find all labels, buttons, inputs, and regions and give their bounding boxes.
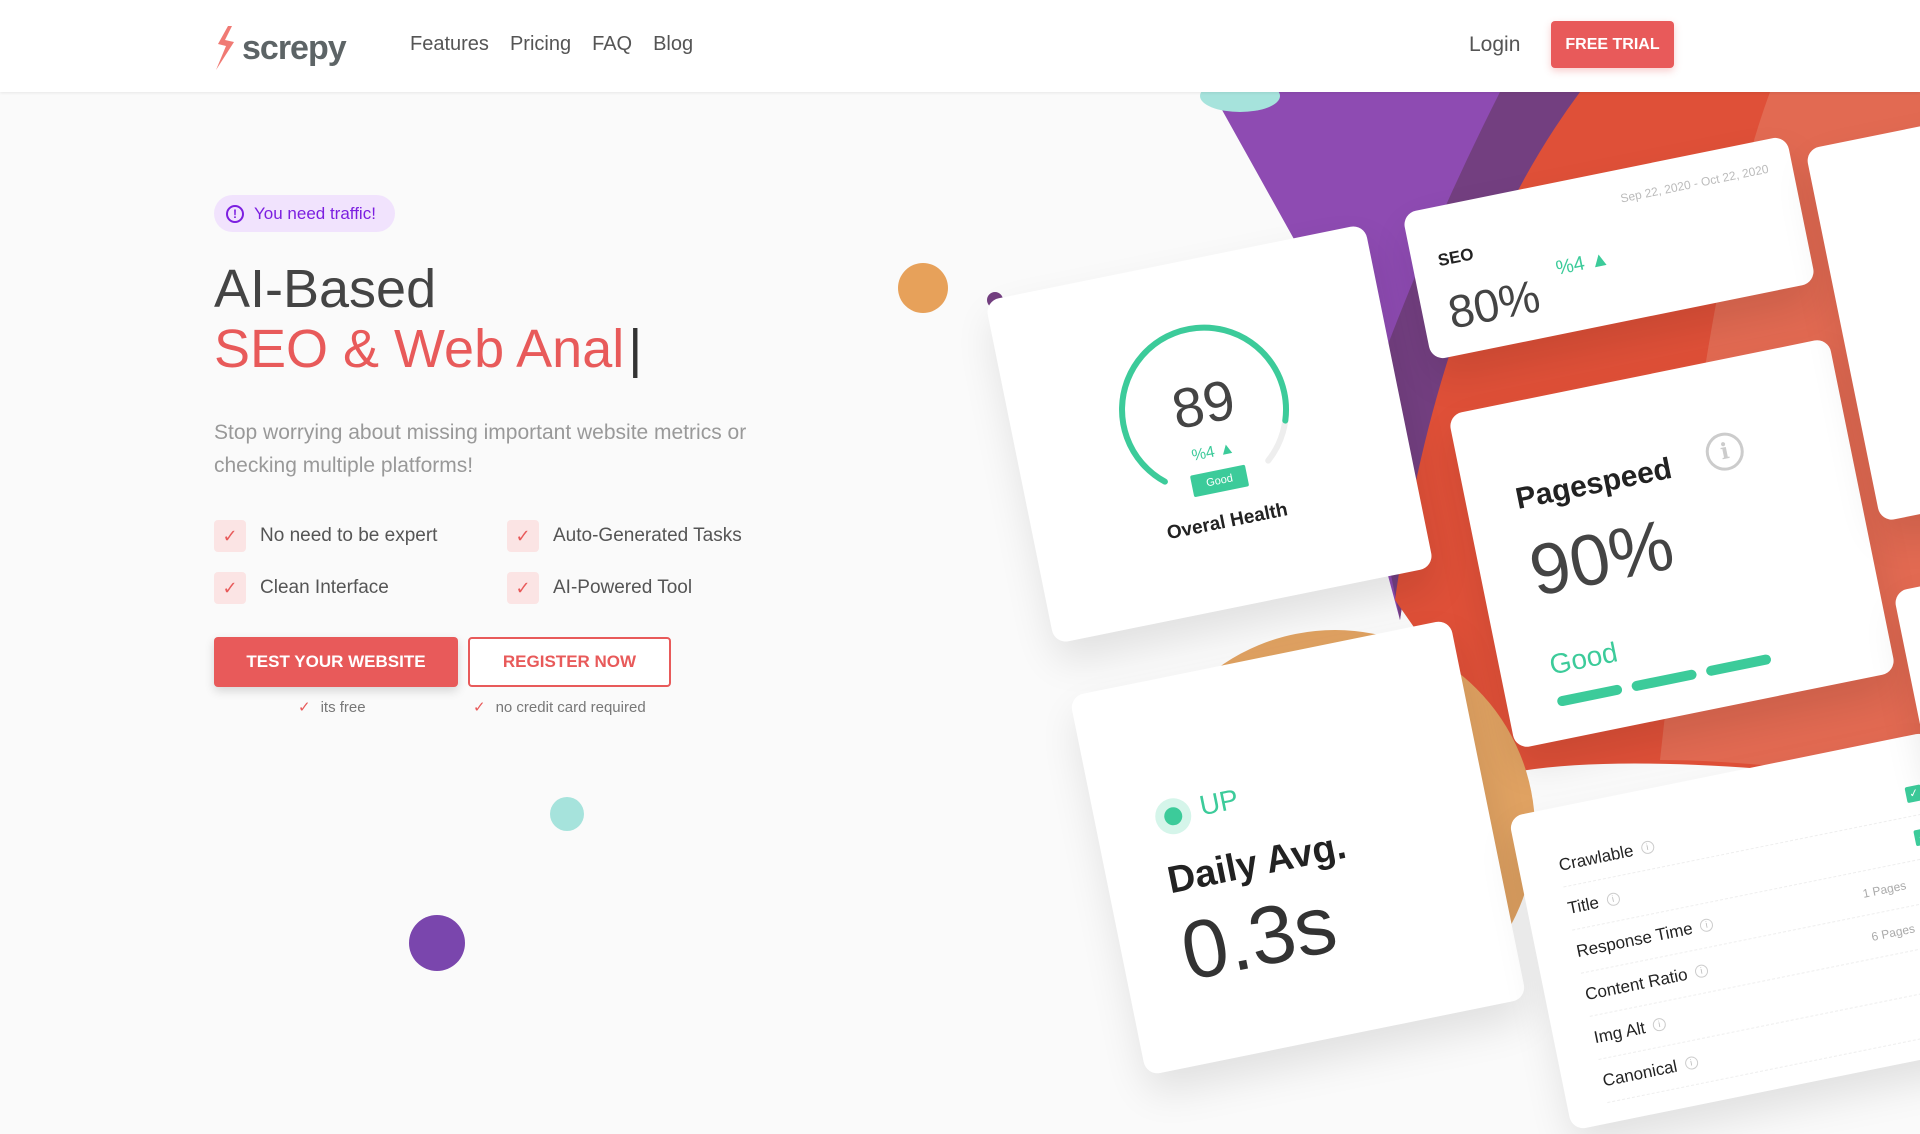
- status-dot-icon: [1152, 795, 1195, 838]
- progress-segment: [1705, 653, 1772, 677]
- info-icon[interactable]: i: [1651, 1016, 1667, 1033]
- seo-label: SEO: [1436, 244, 1476, 271]
- main-nav: Features Pricing FAQ Blog: [410, 33, 693, 56]
- free-trial-button[interactable]: FREE TRIAL: [1551, 21, 1674, 68]
- checks-list: Crawlable i ✓ Title i ✓ Response Time i 1 …: [1554, 770, 1920, 1104]
- nav-pricing[interactable]: Pricing: [510, 33, 571, 56]
- check-value: 1 Pages: [1861, 877, 1908, 901]
- nav-faq[interactable]: FAQ: [592, 33, 632, 56]
- seo-value: 80%: [1443, 269, 1545, 339]
- pagespeed-value: 90%: [1523, 504, 1681, 612]
- check-mark-icon: ✓: [1913, 826, 1920, 846]
- progress-segment: [1556, 683, 1623, 707]
- info-icon[interactable]: i: [1698, 917, 1715, 933]
- info-icon[interactable]: i: [1702, 429, 1748, 475]
- login-link[interactable]: Login: [1469, 33, 1520, 57]
- uptime-status: UP: [1196, 783, 1242, 822]
- progress-segment: [1630, 668, 1698, 692]
- seo-change: %4 ▲: [1553, 247, 1612, 280]
- info-icon[interactable]: i: [1639, 839, 1656, 856]
- nav-features[interactable]: Features: [410, 33, 489, 56]
- seo-date-range: Sep 22, 2020 - Oct 22, 2020: [1619, 161, 1770, 206]
- nav-blog[interactable]: Blog: [653, 33, 693, 56]
- check-label: Img Alt: [1592, 1017, 1647, 1047]
- info-icon[interactable]: i: [1693, 963, 1710, 979]
- site-header: screpy Features Pricing FAQ Blog Login F…: [0, 0, 1920, 92]
- logo-bolt-icon: [216, 26, 234, 70]
- logo-text: screpy: [242, 28, 347, 67]
- info-icon[interactable]: i: [1683, 1055, 1699, 1071]
- logo[interactable]: screpy: [214, 26, 347, 70]
- uptime-card: UP Daily Avg. 0.3s: [1069, 619, 1527, 1076]
- check-label: Crawlable: [1557, 840, 1635, 875]
- info-icon[interactable]: i: [1605, 891, 1621, 908]
- check-mark-icon: ✓: [1904, 783, 1920, 803]
- check-value: 6 Pages: [1870, 920, 1917, 944]
- check-label: Title: [1565, 892, 1601, 918]
- pagespeed-status: Good: [1546, 636, 1621, 681]
- check-label: Content Ratio: [1583, 964, 1690, 1004]
- check-label: Canonical: [1600, 1056, 1679, 1090]
